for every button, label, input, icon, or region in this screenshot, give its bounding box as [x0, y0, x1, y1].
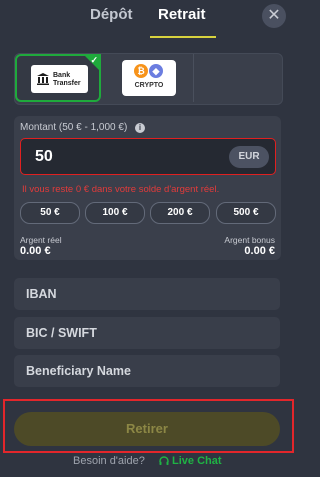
- amount-value: 50: [35, 148, 53, 165]
- amount-panel: Montant (50 € - 1,000 €) i 50 EUR Il vou…: [14, 116, 281, 260]
- bic-swift-placeholder: BIC / SWIFT: [26, 326, 97, 340]
- tab-withdraw[interactable]: Retrait: [158, 6, 206, 23]
- beneficiary-name-field[interactable]: Beneficiary Name: [14, 355, 280, 387]
- method-divider: [193, 54, 194, 102]
- close-button[interactable]: ✕: [262, 4, 286, 28]
- amount-presets: 50 € 100 € 200 € 500 €: [20, 202, 276, 224]
- iban-placeholder: IBAN: [26, 287, 57, 301]
- method-bank-transfer[interactable]: Bank Transfer ✓: [15, 54, 101, 102]
- amount-label: Montant (50 € - 1,000 €): [20, 122, 128, 133]
- active-tab-indicator: [150, 36, 216, 38]
- live-chat-link[interactable]: Live Chat: [172, 455, 222, 467]
- currency-badge: EUR: [229, 146, 269, 168]
- real-money-label: Argent réel: [20, 235, 62, 245]
- help-row: Besoin d'aide? Live Chat: [0, 455, 300, 469]
- bitcoin-icon: ₿: [134, 64, 148, 78]
- preset-50-button[interactable]: 50 €: [20, 202, 80, 224]
- ethereum-icon: ◆: [149, 64, 163, 78]
- headset-icon: [159, 456, 169, 466]
- info-icon[interactable]: i: [135, 123, 145, 133]
- beneficiary-name-placeholder: Beneficiary Name: [26, 364, 131, 378]
- bank-transfer-logo: Bank Transfer: [31, 65, 88, 93]
- preset-100-button[interactable]: 100 €: [85, 202, 145, 224]
- close-icon: ✕: [267, 7, 281, 24]
- balance-error-message: Il vous reste 0 € dans votre solde d'arg…: [22, 184, 220, 195]
- real-money-value: 0.00 €: [20, 245, 51, 257]
- help-text: Besoin d'aide?: [73, 455, 145, 467]
- bonus-money-label: Argent bonus: [224, 235, 275, 245]
- preset-500-button[interactable]: 500 €: [216, 202, 276, 224]
- crypto-label: CRYPTO: [134, 82, 164, 89]
- amount-input[interactable]: 50 EUR: [20, 138, 276, 175]
- bank-icon: [37, 73, 49, 85]
- bonus-money-value: 0.00 €: [244, 245, 275, 257]
- bic-swift-field[interactable]: BIC / SWIFT: [14, 317, 280, 349]
- method-crypto[interactable]: ₿ ◆ CRYPTO: [122, 60, 176, 96]
- tab-deposit[interactable]: Dépôt: [90, 6, 133, 23]
- iban-field[interactable]: IBAN: [14, 278, 280, 310]
- payment-methods: Bank Transfer ✓ ₿ ◆ CRYPTO: [14, 53, 283, 105]
- tab-bar: Dépôt Retrait ✕: [0, 0, 300, 44]
- bank-transfer-label: Bank Transfer: [53, 72, 81, 87]
- withdraw-button[interactable]: Retirer: [14, 412, 280, 446]
- check-icon: ✓: [90, 55, 98, 65]
- preset-200-button[interactable]: 200 €: [150, 202, 210, 224]
